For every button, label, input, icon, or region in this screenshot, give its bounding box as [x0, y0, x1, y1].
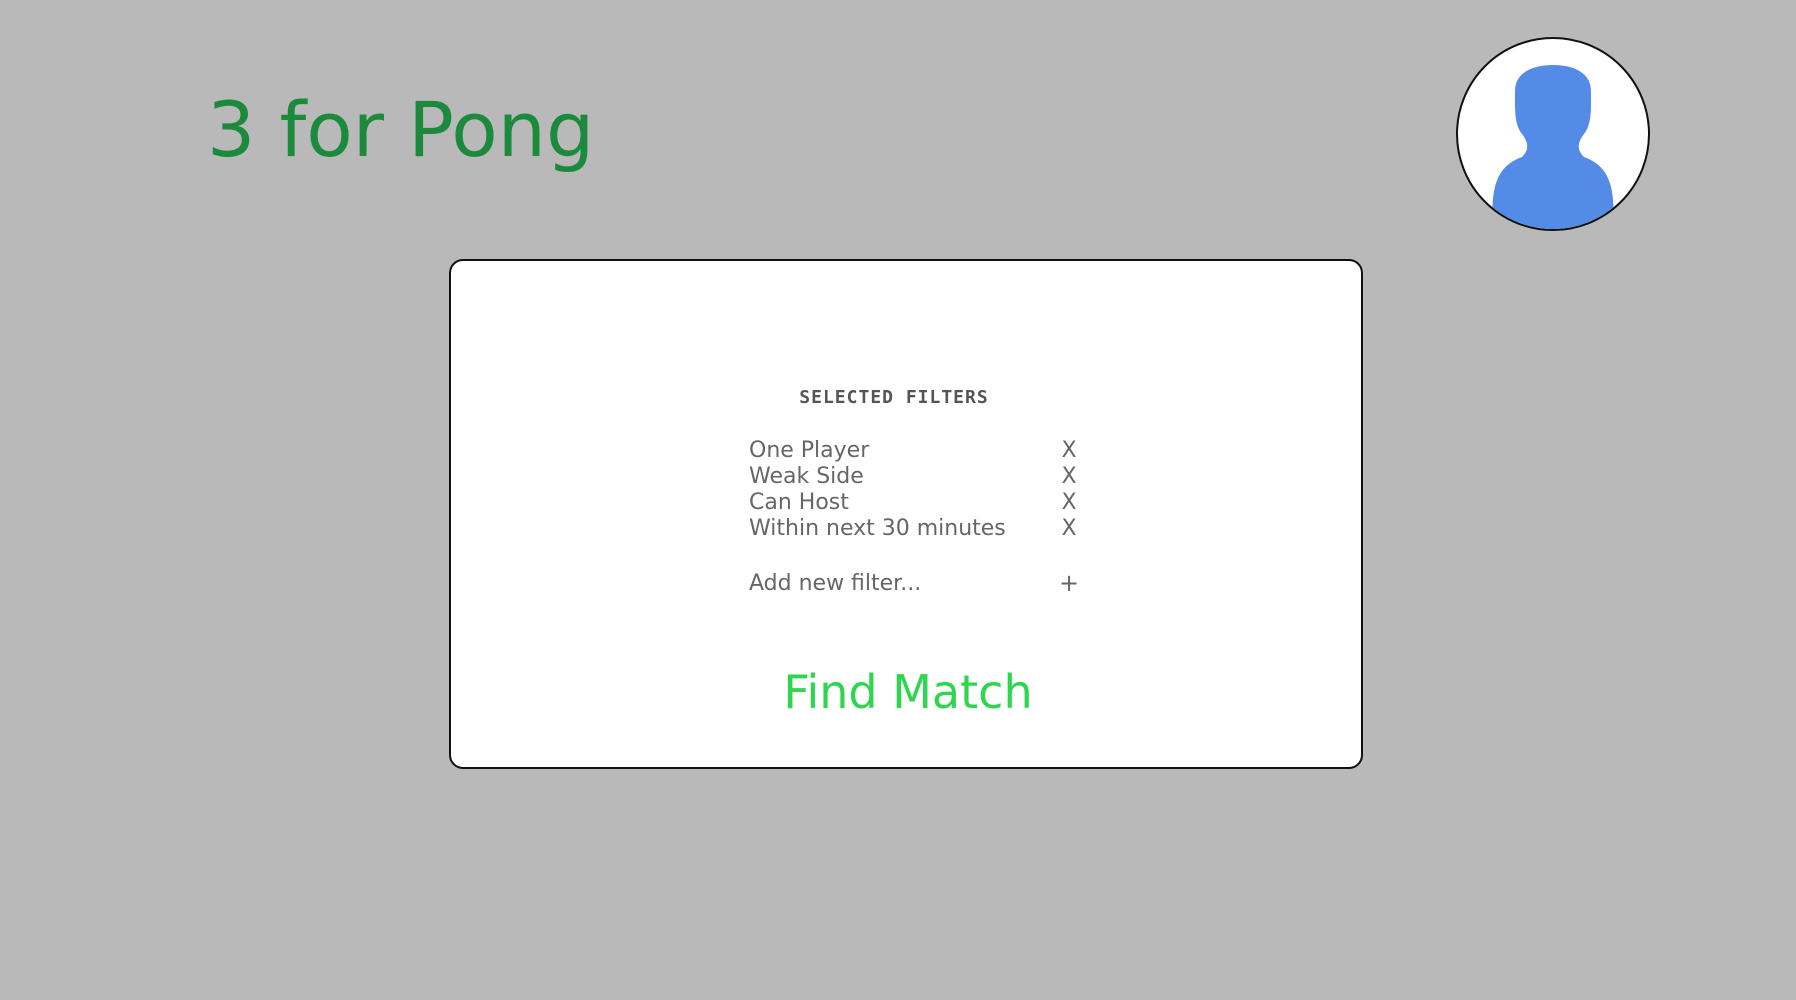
plus-icon: +	[1059, 569, 1080, 597]
filter-item: Within next 30 minutes X	[749, 515, 1079, 541]
filter-list: One Player X Weak Side X Can Host X With…	[749, 437, 1079, 541]
selected-filters-heading: SELECTED FILTERS	[799, 387, 989, 408]
remove-filter-button[interactable]: X	[1059, 516, 1079, 541]
filter-label: One Player	[749, 437, 870, 463]
filter-item: Weak Side X	[749, 463, 1079, 489]
user-silhouette-icon	[1492, 65, 1614, 229]
remove-filter-button[interactable]: X	[1059, 490, 1079, 515]
user-avatar-button[interactable]	[1456, 37, 1650, 231]
filter-label: Can Host	[749, 489, 849, 515]
remove-filter-button[interactable]: X	[1059, 438, 1079, 463]
filter-label: Within next 30 minutes	[749, 515, 1006, 541]
remove-filter-button[interactable]: X	[1059, 464, 1079, 489]
filter-item: Can Host X	[749, 489, 1079, 515]
filter-item: One Player X	[749, 437, 1079, 463]
add-filter-button[interactable]: Add new filter... +	[749, 569, 1079, 597]
filter-label: Weak Side	[749, 463, 864, 489]
app-title: 3 for Pong	[207, 85, 595, 174]
add-filter-label: Add new filter...	[749, 570, 922, 596]
filters-card: SELECTED FILTERS One Player X Weak Side …	[449, 259, 1363, 769]
find-match-button[interactable]: Find Match	[453, 665, 1363, 719]
